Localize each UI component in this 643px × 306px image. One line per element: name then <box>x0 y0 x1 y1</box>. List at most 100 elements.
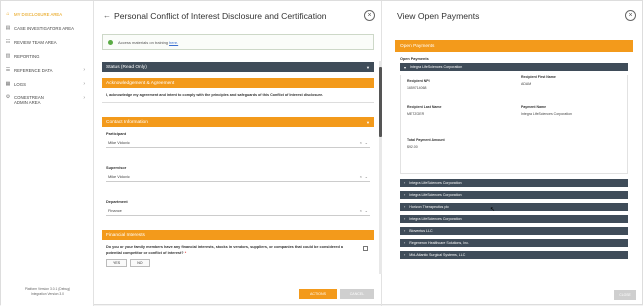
caret-down-icon: ▼ <box>366 64 370 70</box>
training-notice: Access materials on training here. <box>102 34 374 50</box>
close-icon[interactable]: × <box>625 10 636 21</box>
clear-icon[interactable]: × <box>360 206 362 215</box>
sidebar-item-review-team-area[interactable]: ☷ Review Team Area <box>1 35 93 49</box>
payment-accordion[interactable]: › Integra LifeSciences Corporation <box>400 191 628 199</box>
question-checkbox[interactable] <box>363 246 368 251</box>
payer-name-field: Payment Name Integra LifeSciences Corpor… <box>521 105 572 116</box>
caret-down-icon: ▾ <box>404 65 406 70</box>
field-label: Recipient NPI <box>407 79 430 83</box>
accordion-label: Mid-Atlantic Surgical Systems, LLC <box>409 253 466 257</box>
page-title: Personal Conflict of Interest Disclosure… <box>114 11 327 21</box>
integration-version: Integration Version 3.0 <box>31 292 64 296</box>
payment-details: Recipient NPI 1659714068 Recipient First… <box>400 75 628 174</box>
chart-icon: ▥ <box>5 52 11 59</box>
last-name-field: Recipient Last Name METZGER <box>407 105 441 116</box>
field-label: Participant <box>106 131 127 136</box>
section-title: Financial Interests <box>106 232 145 238</box>
status-section-header[interactable]: Status (Read Only) ▼ <box>102 62 374 72</box>
close-icon[interactable]: × <box>364 10 375 21</box>
question-label: Do you or your family members have any f… <box>106 245 343 255</box>
financial-question: Do you or your family members have any f… <box>102 240 374 256</box>
clear-icon[interactable]: × <box>360 172 362 181</box>
first-name-field: Recipient First Name ADAM <box>521 75 556 86</box>
chevron-down-icon[interactable]: ⌄ <box>365 172 368 181</box>
required-marker: * <box>184 250 187 255</box>
section-title: Contact Information <box>106 119 148 125</box>
ack-section-header[interactable]: Acknowledgement & Agreement <box>102 78 374 88</box>
form-scroll-area: Status (Read Only) ▼ Acknowledgement & A… <box>102 57 374 279</box>
back-arrow-icon[interactable]: ← <box>103 11 111 20</box>
actions-button[interactable]: Actions <box>299 289 337 299</box>
field-value: 1659714068 <box>407 86 427 90</box>
caret-down-icon: ▼ <box>366 119 370 125</box>
supervisor-field: Supervisor Mike Vidovic × ⌄ <box>102 161 374 182</box>
yes-no-group: YES NO <box>102 256 374 268</box>
participant-select[interactable]: Mike Vidovic × ⌄ <box>106 138 370 148</box>
chevron-right-icon: › <box>83 67 85 73</box>
accordion-label: Integra LifeSciences Corporation <box>409 181 462 185</box>
open-payments-panel: View Open Payments × Open Payments Open … <box>382 1 643 306</box>
clear-icon[interactable]: × <box>360 138 362 147</box>
review-icon: ☷ <box>5 38 11 45</box>
open-payments-section-header[interactable]: Open Payments <box>395 40 633 52</box>
payment-accordion-open[interactable]: ▾ Integra LifeSciences Corporation <box>400 63 628 71</box>
sidebar-item-admin-area[interactable]: ⚙ Conestrean Admin Area › <box>1 91 93 113</box>
chevron-down-icon[interactable]: ⌄ <box>365 138 368 147</box>
select-value: Mike Vidovic <box>108 174 130 179</box>
form-footer: Actions Cancel <box>94 289 382 301</box>
sidebar-item-label: Review Team Area <box>14 39 57 45</box>
accordion-label: Regeneron Healthcare Solutions, Inc. <box>409 241 469 245</box>
close-button[interactable]: Close <box>614 290 636 300</box>
mouse-cursor-icon: ↖ <box>490 207 496 213</box>
sidebar-item-logs[interactable]: ▦ Logs › <box>1 77 93 91</box>
question-text: Do you or your family members have any f… <box>106 245 351 256</box>
logs-icon: ▦ <box>5 80 11 87</box>
payment-accordion[interactable]: › Regeneron Healthcare Solutions, Inc. <box>400 239 628 247</box>
field-label: Supervisor <box>106 165 127 170</box>
no-button[interactable]: NO <box>130 259 150 268</box>
sidebar-item-case-investigators-area[interactable]: ▤ Case Investigators Area <box>1 21 93 35</box>
database-icon: ☰ <box>5 66 11 73</box>
open-payments-body: Open Payments Open Payments ▾ Integra Li… <box>395 40 633 280</box>
accordion-label: Integra LifeSciences Corporation <box>409 217 462 221</box>
field-value: ADAM <box>521 82 532 86</box>
accordion-label: Integra LifeSciences Corporation <box>409 193 462 197</box>
financial-section-header[interactable]: Financial Interests <box>102 230 374 240</box>
npi-field: Recipient NPI 1659714068 <box>407 79 430 90</box>
participant-field: Participant Mike Vidovic × ⌄ <box>102 127 374 148</box>
department-field: Department Finance × ⌄ <box>102 195 374 216</box>
caret-right-icon: › <box>404 229 406 233</box>
payment-accordion[interactable]: › Integra LifeSciences Corporation <box>400 215 628 223</box>
payment-accordion[interactable]: › Integra LifeSciences Corporation <box>400 179 628 187</box>
button-label: Actions <box>310 292 326 296</box>
field-label: Payment Name <box>521 105 547 109</box>
contact-section-header[interactable]: Contact Information ▼ <box>102 117 374 127</box>
home-icon: ⌂ <box>6 10 10 17</box>
sidebar: ⌂ My Disclosure Area ▤ Case Investigator… <box>1 1 94 306</box>
caret-right-icon: › <box>404 181 406 185</box>
yes-button[interactable]: YES <box>106 259 128 268</box>
admin-icon: ⚙ <box>5 94 11 100</box>
payment-accordion[interactable]: › Mid-Atlantic Surgical Systems, LLC <box>400 251 628 259</box>
accordion-label: Horizon Therapeutics plc <box>409 205 449 209</box>
open-payments-subtitle: Open Payments <box>400 57 429 61</box>
field-value: $92.00 <box>407 145 418 149</box>
caret-right-icon: › <box>404 217 406 221</box>
payment-accordion[interactable]: › Bioventus LLC <box>400 227 628 235</box>
sidebar-item-reference-data[interactable]: ☰ Reference Data › <box>1 63 93 77</box>
payment-accordion[interactable]: › Horizon Therapeutics plc ↖ <box>400 203 628 213</box>
training-link[interactable]: here. <box>169 40 178 45</box>
field-label: Recipient Last Name <box>407 105 442 109</box>
cancel-button[interactable]: Cancel <box>340 289 374 299</box>
field-label: Total Payment Amount <box>407 138 445 142</box>
app-window: ⌂ My Disclosure Area ▤ Case Investigator… <box>0 0 643 306</box>
supervisor-select[interactable]: Mike Vidovic × ⌄ <box>106 172 370 182</box>
field-label: Recipient First Name <box>521 75 556 79</box>
chevron-down-icon[interactable]: ⌄ <box>365 206 368 215</box>
info-dot-icon <box>108 39 113 45</box>
sidebar-item-my-disclosure-area[interactable]: ⌂ My Disclosure Area <box>1 7 93 21</box>
panel-title: View Open Payments <box>397 11 480 21</box>
sidebar-item-label: Reference Data <box>14 67 53 73</box>
department-select[interactable]: Finance × ⌄ <box>106 206 370 216</box>
sidebar-item-reporting[interactable]: ▥ Reporting <box>1 49 93 63</box>
